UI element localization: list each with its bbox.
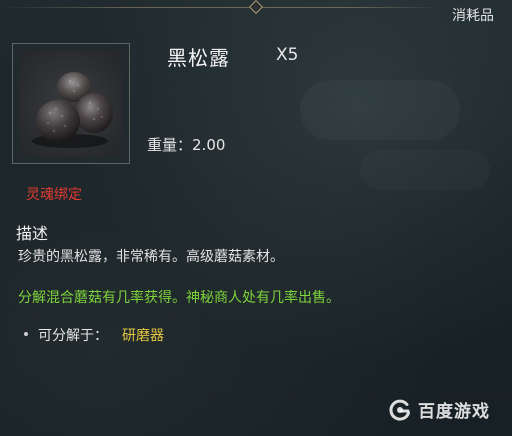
item-count: X5 [276,45,299,65]
weight-row: 重量：2.00 [147,134,225,155]
bullet-icon [24,332,28,336]
item-name: 黑松露 [167,46,230,70]
item-icon-slot [20,51,122,156]
baidu-game-logo-icon [389,399,410,421]
salvage-value: 研磨器 [122,328,164,344]
background-pattern [300,80,460,140]
top-diamond-ornament [248,0,264,15]
weight-label: 重量： [147,136,193,154]
description-text: 珍贵的黑松露，非常稀有。高级蘑菇素材。 [18,249,284,265]
black-truffle-icon [32,72,113,148]
item-category: 消耗品 [452,8,494,24]
weight-value: 2.00 [192,136,226,154]
salvage-label: 可分解于： [38,328,108,344]
watermark-text: 百度游戏 [418,402,490,422]
description-title: 描述 [16,224,49,243]
top-divider [0,7,440,8]
acquisition-text: 分解混合蘑菇有几率获得。神秘商人处有几率出售。 [18,290,340,306]
background-pattern-2 [360,150,490,190]
item-tooltip: 消耗品 黑松露 X5 重量：2.00 灵魂绑定 描述 珍贵的黑松露，非常稀有。高… [0,0,512,436]
watermark: 百度游戏 [388,397,490,422]
soulbound-status: 灵魂绑定 [26,187,82,203]
item-icon-frame [12,43,130,164]
